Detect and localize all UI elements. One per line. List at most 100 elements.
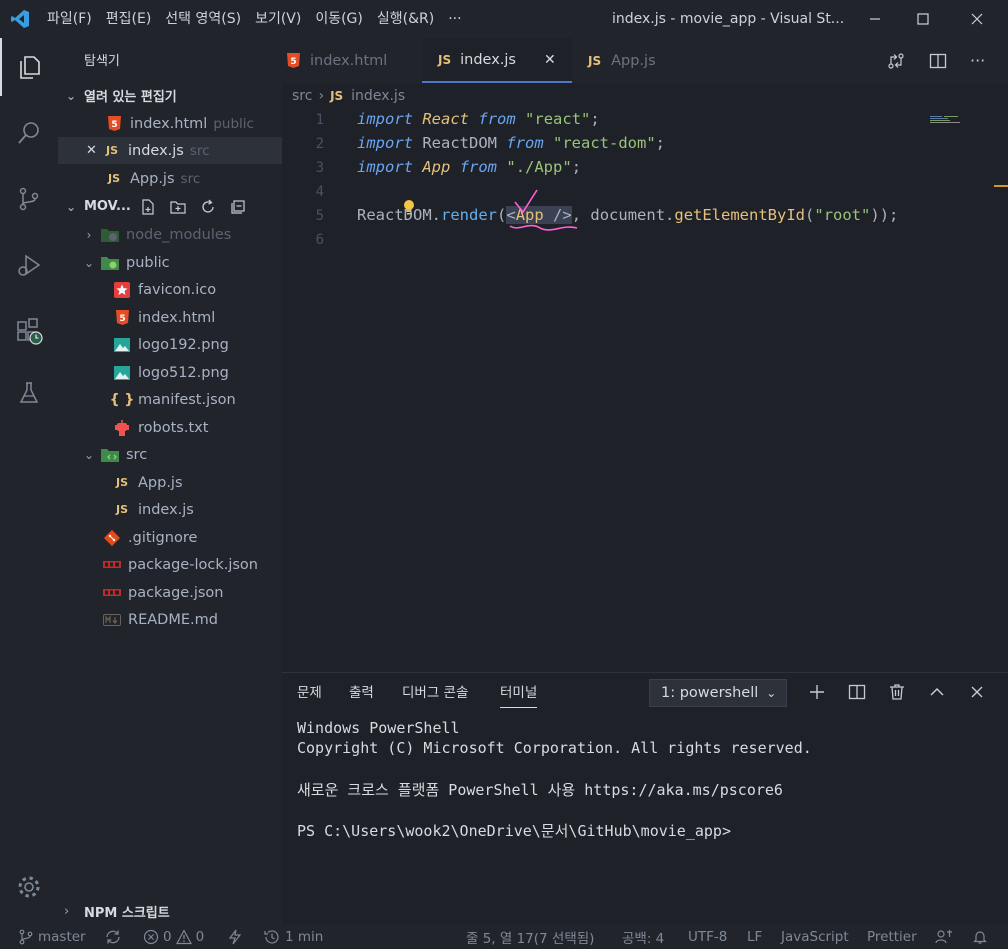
refresh-icon[interactable] bbox=[199, 198, 217, 216]
close-icon[interactable]: ✕ bbox=[86, 143, 102, 158]
tree-file-item[interactable]: 5 index.html bbox=[58, 304, 282, 331]
menu-selection[interactable]: 선택 영역(S) bbox=[158, 0, 248, 38]
minimap[interactable] bbox=[930, 110, 962, 123]
trash-icon[interactable] bbox=[887, 682, 907, 702]
vscode-logo-icon bbox=[0, 0, 40, 38]
tree-file-item[interactable]: favicon.ico bbox=[58, 276, 282, 303]
git-branch[interactable]: master bbox=[18, 924, 86, 949]
chevron-down-icon: ⌄ bbox=[65, 88, 77, 103]
svg-text:5: 5 bbox=[111, 120, 117, 130]
run-debug-icon[interactable] bbox=[0, 236, 58, 294]
more-actions-icon[interactable]: ··· bbox=[970, 51, 985, 70]
js-icon: JS bbox=[330, 89, 344, 103]
notifications-bell-icon[interactable] bbox=[972, 924, 988, 949]
tab-problems[interactable]: 문제 bbox=[297, 681, 322, 707]
settings-gear-icon[interactable] bbox=[0, 858, 58, 916]
activity-bar bbox=[0, 38, 58, 924]
maximize-panel-icon[interactable] bbox=[927, 682, 947, 702]
tab-debug-console[interactable]: 디버그 콘솔 bbox=[402, 681, 468, 707]
explorer-sidebar: 탐색기 ⌄ 열려 있는 편집기 5 index.html public ✕ JS… bbox=[58, 38, 282, 924]
terminal-line: Windows PowerShell bbox=[297, 719, 460, 737]
open-editor-item[interactable]: JS App.js src bbox=[58, 165, 282, 192]
open-editor-item[interactable]: 5 index.html public bbox=[58, 110, 282, 137]
menu-more[interactable]: ··· bbox=[441, 0, 468, 38]
tab-app-js[interactable]: JS App.js bbox=[582, 38, 682, 83]
tree-folder-item[interactable]: ⌄ src bbox=[58, 441, 282, 468]
overview-ruler-marker bbox=[994, 185, 1008, 187]
new-file-icon[interactable] bbox=[139, 198, 157, 216]
breadcrumb-file[interactable]: index.js bbox=[351, 88, 405, 104]
collapse-all-icon[interactable] bbox=[229, 198, 247, 216]
cursor-position[interactable]: 줄 5, 열 17(7 선택됨) bbox=[466, 924, 594, 949]
breadcrumb-folder[interactable]: src bbox=[292, 88, 312, 104]
tree-file-item[interactable]: package.json bbox=[58, 579, 282, 606]
testing-flask-icon[interactable] bbox=[0, 364, 58, 422]
menu-file[interactable]: 파일(F) bbox=[40, 0, 99, 38]
panel-actions bbox=[807, 682, 987, 702]
tree-folder-item[interactable]: ⌄ public bbox=[58, 249, 282, 276]
time-tracker[interactable]: 1 min bbox=[263, 924, 323, 949]
lightning-icon[interactable] bbox=[228, 924, 242, 949]
line-number: 5 bbox=[315, 208, 324, 224]
feedback-icon[interactable] bbox=[935, 924, 953, 949]
code-editor[interactable]: 1 2 3 4 5 6 import React from "react"; i… bbox=[282, 108, 1008, 668]
menu-run[interactable]: 실행(&R) bbox=[370, 0, 441, 38]
explorer-icon[interactable] bbox=[0, 38, 58, 96]
git-icon bbox=[102, 529, 122, 547]
encoding[interactable]: UTF-8 bbox=[688, 924, 727, 949]
terminal-prompt[interactable]: PS C:\Users\wook2\OneDrive\문서\GitHub\mov… bbox=[297, 820, 731, 841]
warning-icon bbox=[175, 928, 192, 944]
npm-scripts-header[interactable]: › NPM 스크립트 bbox=[58, 898, 282, 924]
project-header[interactable]: ⌄ MOV... bbox=[58, 193, 282, 220]
npm-icon bbox=[102, 584, 122, 602]
tree-file-item[interactable]: logo192.png bbox=[58, 331, 282, 358]
source-control-icon[interactable] bbox=[0, 170, 58, 228]
image-icon bbox=[112, 336, 132, 354]
maximize-button[interactable] bbox=[900, 0, 946, 38]
language-mode[interactable]: JavaScript bbox=[781, 924, 849, 949]
split-terminal-icon[interactable] bbox=[847, 682, 867, 702]
tree-file-item[interactable]: README.md bbox=[58, 606, 282, 633]
open-editors-header[interactable]: ⌄ 열려 있는 편집기 bbox=[58, 82, 282, 109]
menu-edit[interactable]: 편집(E) bbox=[99, 0, 159, 38]
sync-icon[interactable] bbox=[104, 924, 122, 949]
close-window-button[interactable] bbox=[954, 0, 1000, 38]
handwritten-annotation bbox=[509, 189, 578, 231]
add-terminal-icon[interactable] bbox=[807, 682, 827, 702]
problems-count[interactable]: 0 0 bbox=[143, 924, 204, 949]
tree-folder-item[interactable]: › node_modules bbox=[58, 221, 282, 248]
search-icon[interactable] bbox=[0, 104, 58, 162]
tab-terminal[interactable]: 터미널 bbox=[500, 681, 538, 708]
code-line: ReactDOM.render(<App />, document.getEle… bbox=[357, 206, 899, 224]
compare-changes-icon[interactable] bbox=[886, 51, 906, 71]
tab-index-js[interactable]: JS index.js ✕ bbox=[422, 38, 572, 83]
minimize-button[interactable] bbox=[852, 0, 898, 38]
tree-file-item[interactable]: robots.txt bbox=[58, 414, 282, 441]
new-folder-icon[interactable] bbox=[169, 198, 187, 216]
tree-file-item[interactable]: logo512.png bbox=[58, 359, 282, 386]
tree-file-item[interactable]: { } manifest.json bbox=[58, 386, 282, 413]
terminal-line: Copyright (C) Microsoft Corporation. All… bbox=[297, 739, 812, 757]
close-tab-icon[interactable]: ✕ bbox=[544, 52, 556, 68]
indentation[interactable]: 공백: 4 bbox=[622, 924, 664, 949]
menu-go[interactable]: 이동(G) bbox=[308, 0, 370, 38]
star-icon bbox=[112, 281, 132, 299]
close-panel-icon[interactable] bbox=[967, 682, 987, 702]
tree-file-item[interactable]: JS index.js bbox=[58, 496, 282, 523]
editor-tabs: 5 index.html JS index.js ✕ JS App.js ··· bbox=[282, 38, 1008, 83]
tab-index-html[interactable]: 5 index.html bbox=[282, 38, 412, 83]
split-editor-icon[interactable] bbox=[928, 51, 948, 71]
line-number: 3 bbox=[315, 160, 324, 176]
code-line: import ReactDOM from "react-dom"; bbox=[357, 134, 665, 152]
tree-file-item[interactable]: .gitignore bbox=[58, 524, 282, 551]
menu-view[interactable]: 보기(V) bbox=[248, 0, 308, 38]
git-branch-icon bbox=[19, 929, 33, 944]
terminal-select[interactable]: 1: powershell ⌄ bbox=[649, 679, 787, 707]
extensions-icon[interactable] bbox=[0, 302, 58, 360]
tree-file-item[interactable]: package-lock.json bbox=[58, 551, 282, 578]
tree-file-item[interactable]: JS App.js bbox=[58, 469, 282, 496]
open-editor-item-active[interactable]: ✕ JS index.js src bbox=[58, 137, 282, 164]
end-of-line[interactable]: LF bbox=[747, 924, 762, 949]
formatter[interactable]: Prettier bbox=[867, 924, 917, 949]
tab-output[interactable]: 출력 bbox=[349, 681, 374, 707]
